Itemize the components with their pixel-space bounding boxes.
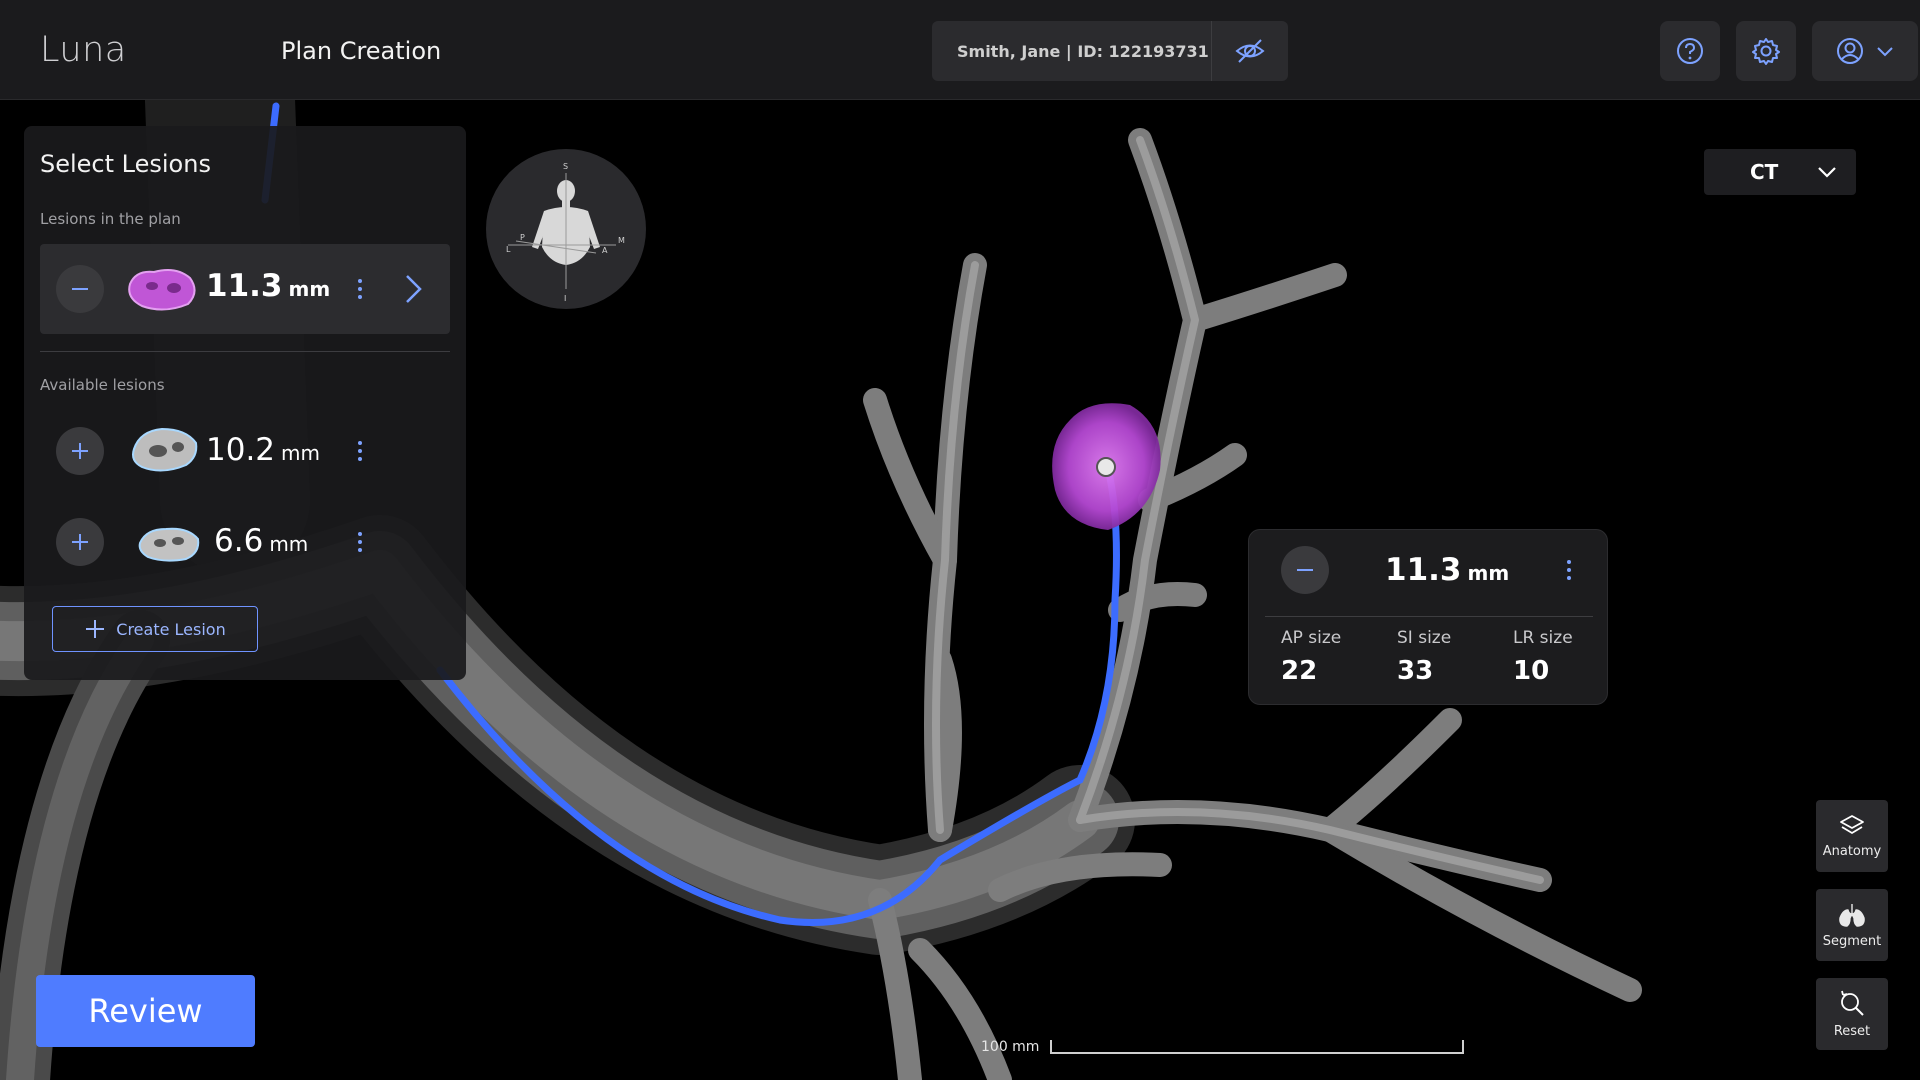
si-size-value: 33 (1397, 656, 1434, 686)
ap-size-label: AP size (1281, 628, 1342, 648)
layers-icon (1840, 814, 1864, 834)
scale-label: 100 mm (981, 1039, 1040, 1055)
chevron-down-icon (1818, 167, 1836, 178)
select-lesions-panel: Select Lesions Lesions in the plan 11.3 m… (24, 126, 466, 680)
segment-label: Segment (1822, 933, 1882, 949)
chevron-right-icon[interactable] (398, 272, 428, 306)
lesion-options-button[interactable] (350, 433, 370, 469)
review-button[interactable]: Review (36, 975, 255, 1047)
body-orientation-icon: S I L P A M (506, 162, 625, 303)
hide-patient-info-button[interactable] (1212, 21, 1288, 81)
reset-zoom-icon (1841, 990, 1864, 1016)
gear-icon (1752, 38, 1780, 65)
remove-lesion-button[interactable] (56, 265, 104, 313)
user-circle-icon (1837, 38, 1863, 64)
modality-value: CT (1750, 160, 1779, 184)
page-title: Plan Creation (281, 37, 442, 65)
settings-button[interactable] (1736, 21, 1796, 81)
lesion-size: 11.3 mm (1385, 552, 1510, 588)
lesion-size: 11.3 mm (206, 268, 331, 304)
lr-size-value: 10 (1513, 656, 1550, 686)
plus-icon (72, 443, 88, 459)
ap-size: AP size 22 (1281, 628, 1341, 686)
lesion-in-plan-item[interactable]: 11.3 mm (40, 244, 450, 334)
lesion-size: 10.2 mm (206, 432, 320, 468)
scale-bar (1050, 1040, 1464, 1054)
patient-name-id: Smith, Jane | ID: 122193731 (957, 41, 1209, 61)
help-circle-icon (1677, 38, 1703, 64)
orientation-label-inferior: I (564, 294, 566, 303)
help-button[interactable] (1660, 21, 1720, 81)
orientation-label-anterior: A (602, 246, 608, 255)
divider (40, 351, 450, 352)
anatomy-label: Anatomy (1822, 843, 1882, 859)
ap-size-value: 22 (1281, 656, 1318, 686)
available-lesion-item[interactable]: 10.2 mm (40, 416, 450, 486)
si-size-label: SI size (1397, 628, 1452, 648)
lesion-options-button[interactable] (350, 524, 370, 560)
available-lesion-item[interactable]: 6.6 mm (40, 507, 450, 577)
patient-info: Smith, Jane | ID: 122193731 (932, 21, 1288, 81)
plus-icon (72, 534, 88, 550)
orientation-label-superior: S (563, 162, 568, 171)
lr-size-label: LR size (1513, 628, 1573, 648)
plus-icon (86, 620, 105, 638)
minus-icon (72, 288, 88, 290)
in-plan-label: Lesions in the plan (40, 210, 181, 228)
create-lesion-button[interactable]: Create Lesion (52, 606, 258, 652)
modality-select[interactable]: CT (1704, 149, 1856, 195)
chevron-down-icon (1877, 47, 1893, 57)
lesion-thumbnail (128, 269, 196, 311)
app-logo: Luna (40, 30, 127, 70)
segment-button[interactable]: Segment (1816, 889, 1888, 961)
lesion-thumbnail (132, 427, 198, 472)
lesion-options-button[interactable] (1559, 552, 1579, 588)
create-lesion-label: Create Lesion (116, 619, 226, 639)
lesion-options-button[interactable] (350, 271, 370, 307)
lesion-size: 6.6 mm (214, 523, 309, 559)
add-lesion-button[interactable] (56, 427, 104, 475)
add-lesion-button[interactable] (56, 518, 104, 566)
top-bar: Luna Plan Creation Smith, Jane | ID: 122… (0, 0, 1920, 100)
remove-lesion-button[interactable] (1281, 546, 1329, 594)
si-size: SI size 33 (1397, 628, 1451, 686)
lesion-info-card: 11.3 mm AP size 22 SI size 33 LR size 10 (1248, 529, 1608, 705)
divider (1265, 616, 1593, 617)
lesion-thumbnail (138, 527, 200, 562)
available-lesions-label: Available lesions (40, 376, 165, 394)
panel-title: Select Lesions (40, 150, 211, 178)
reset-label: Reset (1833, 1023, 1871, 1039)
account-menu-button[interactable] (1812, 21, 1918, 81)
anatomy-button[interactable]: Anatomy (1816, 800, 1888, 872)
orientation-label-left: L (506, 245, 511, 254)
reset-button[interactable]: Reset (1816, 978, 1888, 1050)
orientation-label-medial: M (618, 236, 625, 245)
eye-off-icon (1235, 39, 1265, 63)
orientation-label-posterior: P (520, 233, 525, 242)
minus-icon (1297, 569, 1313, 571)
lungs-icon (1839, 903, 1865, 927)
lr-size: LR size 10 (1513, 628, 1573, 686)
orientation-indicator[interactable]: S I L P A M (486, 149, 646, 309)
